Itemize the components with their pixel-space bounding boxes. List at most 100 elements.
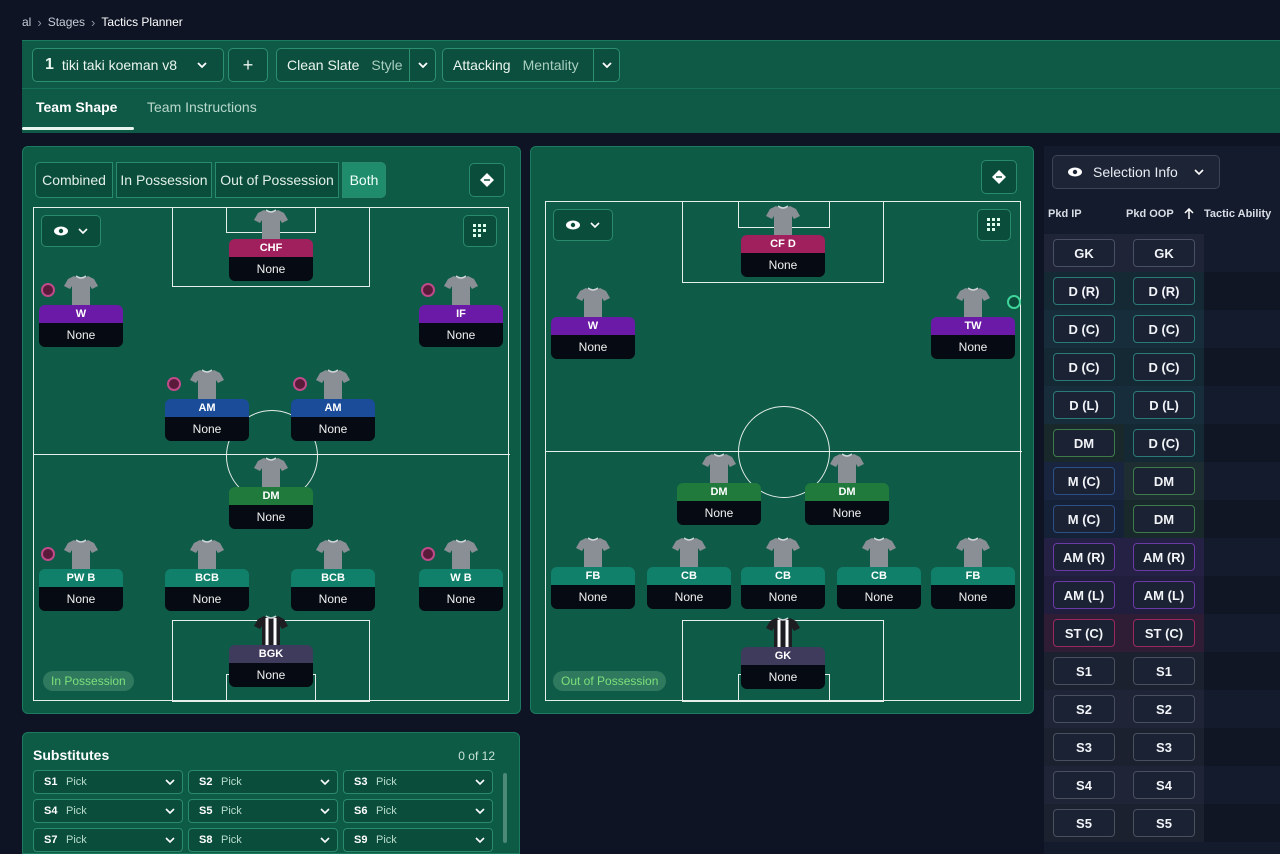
segment-in-possession[interactable]: In Possession (116, 162, 212, 198)
segment-both[interactable]: Both (342, 162, 386, 198)
substitute-select[interactable]: S2 Pick (188, 770, 338, 794)
scrollbar[interactable] (503, 773, 507, 843)
position-chip[interactable]: GK (1133, 239, 1195, 267)
player-name: None (551, 335, 635, 359)
position-chip[interactable]: AM (R) (1053, 543, 1115, 571)
player-card[interactable]: BGK None (229, 615, 313, 697)
pkd-ip-cell: ST (C) (1044, 614, 1124, 652)
grid-icon[interactable] (977, 209, 1011, 241)
substitute-slot-id: S4 (44, 805, 58, 817)
position-chip[interactable]: S1 (1053, 657, 1115, 685)
position-chip[interactable]: D (L) (1053, 391, 1115, 419)
position-chip[interactable]: D (R) (1053, 277, 1115, 305)
position-chip[interactable]: DM (1133, 467, 1195, 495)
player-card[interactable]: BCB None (291, 539, 375, 621)
player-role: CB (647, 567, 731, 585)
swap-icon[interactable] (469, 163, 505, 197)
player-card[interactable]: PW B None (39, 539, 123, 621)
substitute-select[interactable]: S3 Pick (343, 770, 493, 794)
style-selector[interactable]: Clean Slate Style (276, 48, 436, 82)
player-card[interactable]: DM None (677, 453, 761, 535)
pkd-oop-cell: DM (1124, 500, 1204, 538)
position-chip[interactable]: D (C) (1053, 315, 1115, 343)
player-card[interactable]: AM None (291, 369, 375, 451)
position-chip[interactable]: D (L) (1133, 391, 1195, 419)
position-chip[interactable]: D (C) (1133, 353, 1195, 381)
position-chip[interactable]: S5 (1133, 809, 1195, 837)
player-card[interactable]: IF None (419, 275, 503, 357)
substitute-select[interactable]: S1 Pick (33, 770, 183, 794)
breadcrumb-item[interactable]: Stages (48, 15, 85, 29)
player-card[interactable]: CB None (837, 537, 921, 619)
substitutes-title: Substitutes (33, 747, 110, 763)
selection-row: S2 S2 (1044, 690, 1280, 728)
add-tactic-button[interactable]: + (228, 48, 268, 82)
selection-row: S5 S5 (1044, 804, 1280, 842)
position-chip[interactable]: ST (C) (1133, 619, 1195, 647)
player-card[interactable]: AM None (165, 369, 249, 451)
position-chip[interactable]: M (C) (1053, 467, 1115, 495)
position-chip[interactable]: S3 (1053, 733, 1115, 761)
position-chip[interactable]: ST (C) (1053, 619, 1115, 647)
position-chip[interactable]: AM (L) (1053, 581, 1115, 609)
player-card[interactable]: CB None (647, 537, 731, 619)
column-header-tactic-ability[interactable]: Tactic Ability (1204, 208, 1271, 220)
breadcrumb-item[interactable]: al (22, 15, 31, 29)
tactic-selector[interactable]: 1 tiki taki koeman v8 (32, 48, 224, 82)
position-chip[interactable]: S2 (1053, 695, 1115, 723)
position-chip[interactable]: D (C) (1133, 429, 1195, 457)
mentality-selector[interactable]: Attacking Mentality (442, 48, 620, 82)
position-chip[interactable]: M (C) (1053, 505, 1115, 533)
substitute-select[interactable]: S4 Pick (33, 799, 183, 823)
player-card[interactable]: W None (551, 287, 635, 369)
tab-team-instructions[interactable]: Team Instructions (147, 99, 257, 115)
position-chip[interactable]: D (R) (1133, 277, 1195, 305)
player-card[interactable]: W B None (419, 539, 503, 621)
substitute-slot-id: S5 (199, 805, 213, 817)
position-chip[interactable]: AM (R) (1133, 543, 1195, 571)
player-card[interactable]: BCB None (165, 539, 249, 621)
position-chip[interactable]: D (C) (1133, 315, 1195, 343)
column-header-pkd-oop[interactable]: Pkd OOP (1126, 208, 1174, 220)
substitute-select[interactable]: S8 Pick (188, 828, 338, 852)
pkd-oop-cell: D (C) (1124, 310, 1204, 348)
position-chip[interactable]: AM (L) (1133, 581, 1195, 609)
position-chip[interactable]: S4 (1133, 771, 1195, 799)
substitute-select[interactable]: S9 Pick (343, 828, 493, 852)
position-chip[interactable]: D (C) (1053, 353, 1115, 381)
swap-icon[interactable] (981, 160, 1017, 194)
player-card[interactable]: DM None (805, 453, 889, 535)
substitute-select[interactable]: S7 Pick (33, 828, 183, 852)
substitute-select[interactable]: S6 Pick (343, 799, 493, 823)
player-card[interactable]: CHF None (229, 209, 313, 291)
visibility-dropdown[interactable] (41, 215, 101, 247)
position-chip[interactable]: S3 (1133, 733, 1195, 761)
player-card[interactable]: CF D None (741, 205, 825, 287)
position-chip[interactable]: S5 (1053, 809, 1115, 837)
player-role: CHF (229, 239, 313, 257)
selection-info-dropdown[interactable]: Selection Info (1052, 155, 1220, 189)
pkd-ip-cell: S2 (1044, 690, 1124, 728)
position-chip[interactable]: DM (1133, 505, 1195, 533)
player-card[interactable]: DM None (229, 457, 313, 539)
player-card[interactable]: TW None (931, 287, 1021, 369)
grid-icon[interactable] (463, 215, 497, 247)
substitute-value: Pick (376, 834, 397, 846)
column-header-pkd-ip[interactable]: Pkd IP (1048, 208, 1082, 220)
tab-team-shape[interactable]: Team Shape (36, 99, 117, 115)
chevron-down-icon (590, 222, 600, 229)
position-chip[interactable]: DM (1053, 429, 1115, 457)
visibility-dropdown[interactable] (553, 209, 613, 241)
position-chip[interactable]: S2 (1133, 695, 1195, 723)
player-card[interactable]: W None (39, 275, 123, 357)
position-chip[interactable]: GK (1053, 239, 1115, 267)
position-chip[interactable]: S1 (1133, 657, 1195, 685)
segment-combined[interactable]: Combined (35, 162, 113, 198)
segment-out-of-possession[interactable]: Out of Possession (215, 162, 339, 198)
player-card[interactable]: FB None (931, 537, 1015, 619)
player-card[interactable]: FB None (551, 537, 635, 619)
player-card[interactable]: GK None (741, 617, 825, 699)
player-card[interactable]: CB None (741, 537, 825, 619)
substitute-select[interactable]: S5 Pick (188, 799, 338, 823)
position-chip[interactable]: S4 (1053, 771, 1115, 799)
